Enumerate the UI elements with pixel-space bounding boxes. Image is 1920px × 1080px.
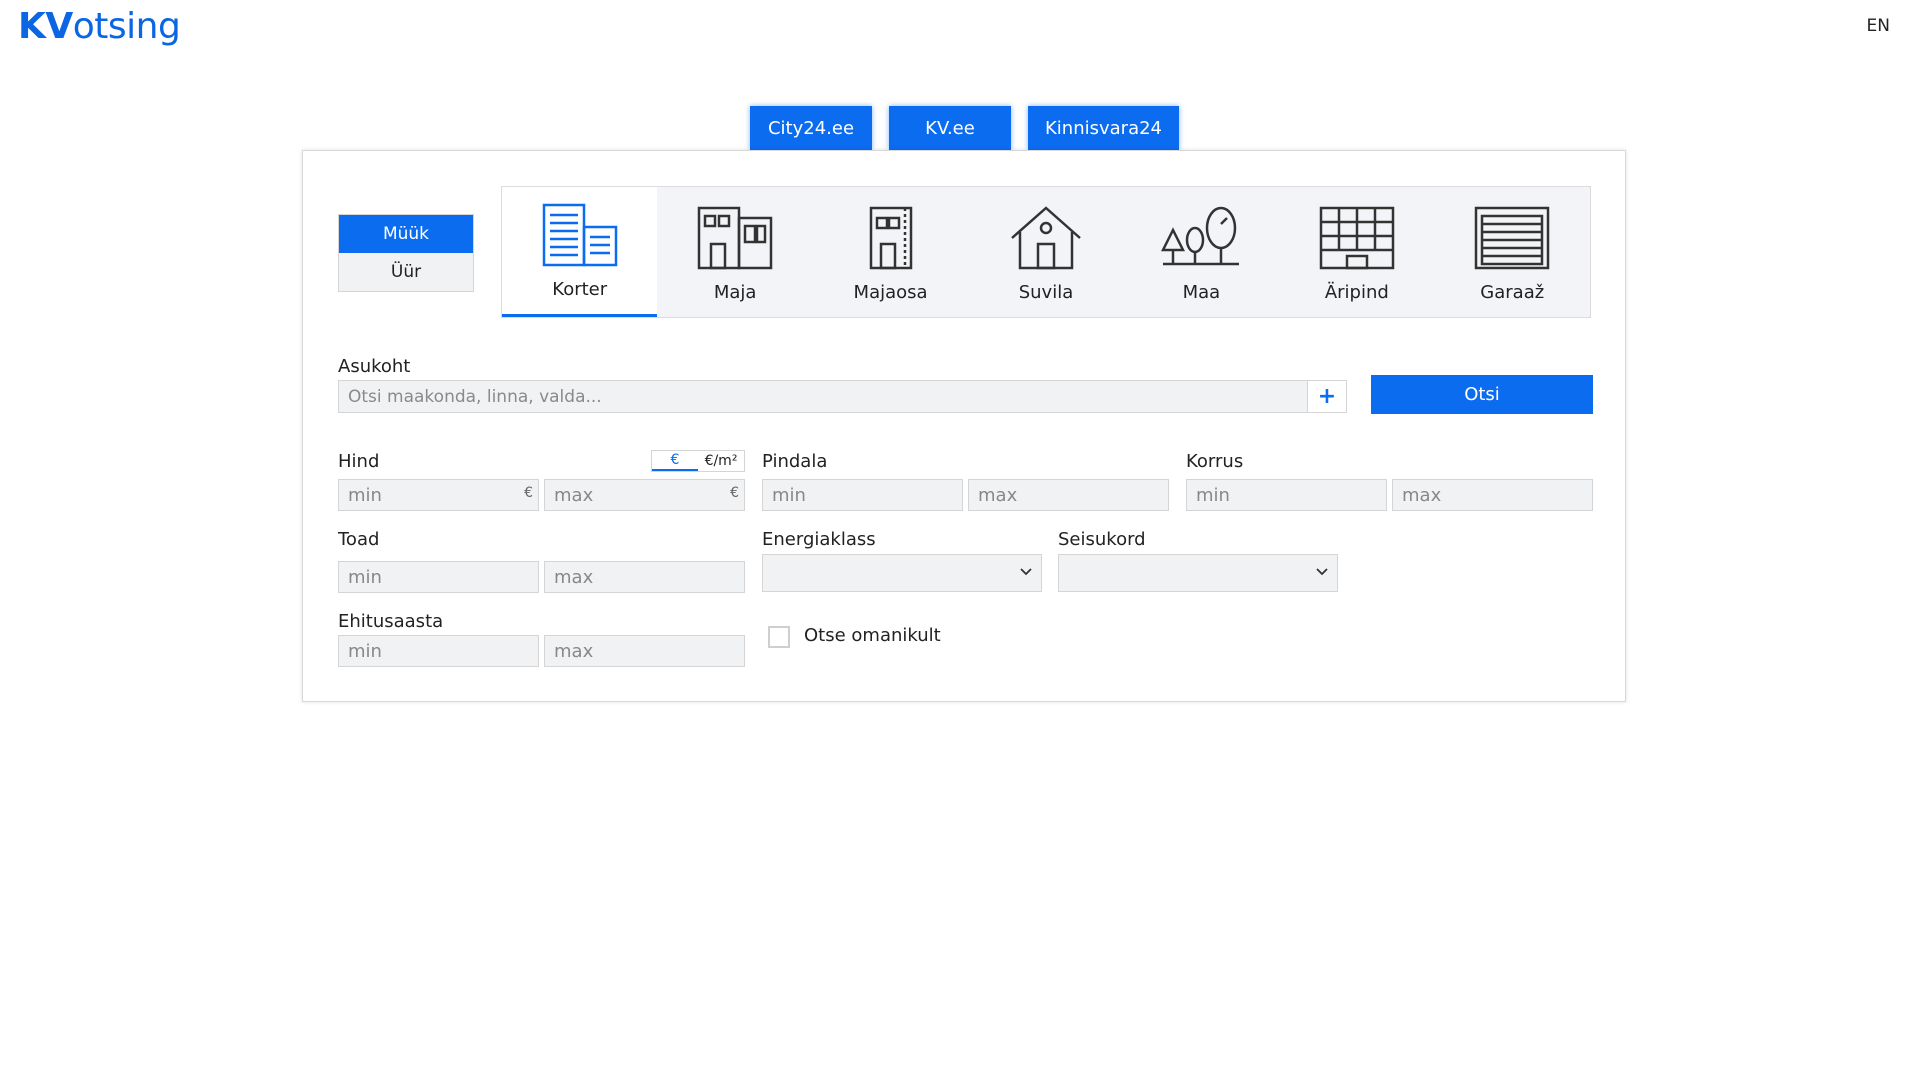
condition-label: Seisukord	[1058, 529, 1146, 550]
condition-select[interactable]	[1058, 554, 1338, 592]
property-type-maja[interactable]: Maja	[657, 187, 812, 317]
portal-tabs: City24.ee KV.ee Kinnisvara24	[750, 106, 1179, 150]
add-location-button[interactable]: +	[1307, 380, 1347, 413]
deal-type-sale[interactable]: Müük	[339, 215, 473, 253]
search-button[interactable]: Otsi	[1371, 375, 1593, 414]
portal-tab-kv[interactable]: KV.ee	[889, 106, 1011, 150]
floor-min-input[interactable]: min	[1186, 479, 1387, 511]
price-max-placeholder: max	[554, 484, 594, 506]
property-type-maa[interactable]: Maa	[1124, 187, 1279, 317]
price-min-unit: €	[524, 485, 533, 501]
chevron-down-icon	[1316, 568, 1328, 576]
apartment-icon	[542, 203, 617, 267]
rooms-min-input[interactable]: min	[338, 561, 539, 593]
owner-direct-checkbox[interactable]	[768, 626, 790, 648]
location-input[interactable]: Otsi maakonda, linna, valda...	[338, 380, 1344, 413]
portal-tab-city24[interactable]: City24.ee	[750, 106, 872, 150]
deal-type-rent[interactable]: Üür	[339, 253, 473, 291]
property-type-aripind[interactable]: Äripind	[1279, 187, 1434, 317]
property-type-majaosa[interactable]: Majaosa	[813, 187, 968, 317]
area-min-input[interactable]: min	[762, 479, 963, 511]
property-type-selector: Korter Maja Majaosa Suvila Maa Äripind G…	[501, 186, 1591, 318]
commercial-icon	[1319, 206, 1395, 270]
build-year-min-input[interactable]: min	[338, 635, 539, 667]
property-type-suvila[interactable]: Suvila	[968, 187, 1123, 317]
portal-tab-kinnisvara24[interactable]: Kinnisvara24	[1028, 106, 1179, 150]
search-panel: Müük Üür Korter Maja Majaosa Suvila Maa …	[302, 150, 1626, 702]
property-type-label: Maja	[713, 282, 757, 303]
build-year-max-input[interactable]: max	[544, 635, 745, 667]
property-type-label: Korter	[552, 279, 608, 300]
price-max-input[interactable]: max €	[544, 479, 745, 511]
floor-max-input[interactable]: max	[1392, 479, 1593, 511]
property-type-label: Suvila	[1018, 282, 1074, 303]
build-year-label: Ehitusaasta	[338, 611, 444, 632]
owner-direct-label: Otse omanikult	[804, 625, 941, 646]
house-icon	[697, 206, 773, 270]
property-type-label: Maa	[1182, 282, 1221, 303]
price-unit-euro-per-m2[interactable]: €/m²	[698, 451, 744, 471]
deal-type-toggle: Müük Üür	[338, 214, 474, 292]
price-max-unit: €	[730, 485, 739, 501]
property-type-label: Garaaž	[1480, 282, 1545, 303]
energy-class-select[interactable]	[762, 554, 1042, 592]
property-type-label: Äripind	[1324, 282, 1389, 303]
floor-label: Korrus	[1186, 451, 1244, 472]
house-part-icon	[869, 206, 912, 270]
energy-class-label: Energiaklass	[762, 529, 876, 550]
logo-kv: KV	[18, 6, 73, 47]
location-label: Asukoht	[338, 356, 411, 377]
area-max-input[interactable]: max	[968, 479, 1169, 511]
land-icon	[1161, 206, 1240, 266]
plus-icon: +	[1317, 384, 1337, 409]
cottage-icon	[1011, 206, 1081, 270]
property-type-label: Majaosa	[853, 282, 928, 303]
logo[interactable]: KVotsing	[18, 6, 181, 47]
language-switch[interactable]: EN	[1867, 16, 1890, 36]
price-min-placeholder: min	[348, 484, 382, 506]
price-min-input[interactable]: min €	[338, 479, 539, 511]
price-label: Hind	[338, 451, 380, 472]
rooms-max-input[interactable]: max	[544, 561, 745, 593]
garage-icon	[1474, 206, 1550, 270]
property-type-garaaz[interactable]: Garaaž	[1435, 187, 1590, 317]
area-label: Pindala	[762, 451, 828, 472]
price-unit-euro[interactable]: €	[652, 451, 698, 471]
property-type-korter[interactable]: Korter	[502, 187, 658, 317]
rooms-label: Toad	[338, 529, 380, 550]
logo-otsing: otsing	[72, 6, 181, 47]
chevron-down-icon	[1020, 568, 1032, 576]
price-unit-toggle: € €/m²	[651, 450, 745, 472]
